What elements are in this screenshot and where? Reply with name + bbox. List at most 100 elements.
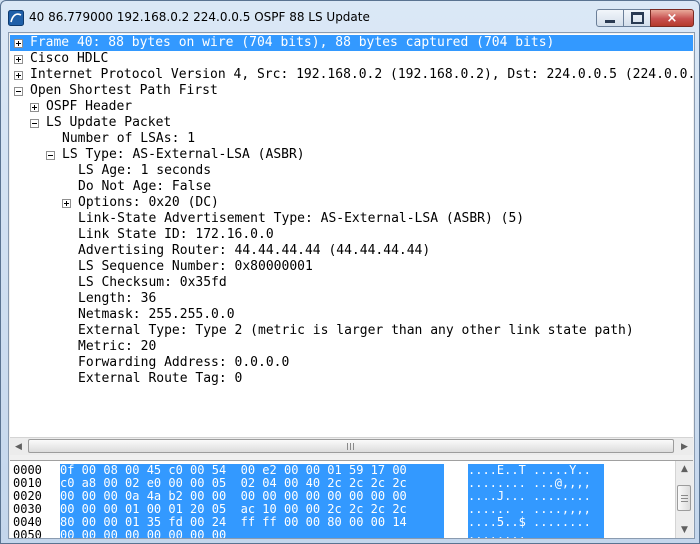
hex-offset: 0030 bbox=[13, 502, 42, 516]
tree-row[interactable]: External Route Tag: 0 bbox=[10, 371, 693, 387]
wireshark-packet-window: 40 86.779000 192.168.0.2 224.0.0.5 OSPF … bbox=[0, 0, 700, 544]
maximize-button[interactable] bbox=[623, 9, 651, 27]
hex-offset: 0040 bbox=[13, 515, 42, 529]
vertical-scroll-thumb[interactable] bbox=[677, 485, 691, 511]
packet-details-tree: Frame 40: 88 bytes on wire (704 bits), 8… bbox=[10, 34, 693, 437]
tree-row[interactable]: Frame 40: 88 bytes on wire (704 bits), 8… bbox=[10, 35, 693, 51]
tree-row[interactable]: LS Type: AS-External-LSA (ASBR) bbox=[10, 147, 693, 163]
client-area: Frame 40: 88 bytes on wire (704 bits), 8… bbox=[8, 32, 695, 539]
collapse-icon[interactable] bbox=[14, 87, 23, 96]
tree-row-label: Netmask: 255.255.0.0 bbox=[78, 307, 235, 322]
tree-row[interactable]: LS Sequence Number: 0x80000001 bbox=[10, 259, 693, 275]
hex-offset: 0010 bbox=[13, 476, 42, 490]
tree-row[interactable]: Advertising Router: 44.44.44.44 (44.44.4… bbox=[10, 243, 693, 259]
hex-ascii[interactable]: ........ bbox=[468, 529, 604, 538]
tree-row-label: Metric: 20 bbox=[78, 339, 157, 354]
scroll-right-arrow-icon[interactable]: ▶ bbox=[676, 438, 693, 455]
vertical-scrollbar[interactable]: ▲ ▼ bbox=[675, 461, 693, 538]
tree-row[interactable]: LS Update Packet bbox=[10, 115, 693, 131]
hex-bytes[interactable]: 00 00 00 01 00 01 20 05 ac 10 00 00 2c 2… bbox=[60, 503, 444, 516]
tree-row-label: External Type: Type 2 (metric is larger … bbox=[78, 323, 634, 338]
hex-offset: 0020 bbox=[13, 489, 42, 503]
tree-row-label: Number of LSAs: 1 bbox=[62, 131, 196, 146]
hex-bytes[interactable]: c0 a8 00 02 e0 00 00 05 02 04 00 40 2c 2… bbox=[60, 477, 444, 490]
wireshark-app-icon bbox=[8, 10, 24, 26]
title-bar[interactable]: 40 86.779000 192.168.0.2 224.0.0.5 OSPF … bbox=[1, 1, 699, 33]
scroll-up-arrow-icon[interactable]: ▲ bbox=[676, 461, 693, 477]
scroll-left-arrow-icon[interactable]: ◀ bbox=[10, 438, 27, 455]
expand-icon[interactable] bbox=[30, 103, 39, 112]
hex-row[interactable]: 0020 00 00 00 0a 4a b2 00 00 00 00 00 00 … bbox=[10, 490, 693, 503]
tree-row-label: Forwarding Address: 0.0.0.0 bbox=[78, 355, 290, 370]
tree-row[interactable]: Options: 0x20 (DC) bbox=[10, 195, 693, 211]
tree-row[interactable]: Metric: 20 bbox=[10, 339, 693, 355]
horizontal-scrollbar[interactable]: ◀ ▶ bbox=[10, 437, 693, 455]
hex-bytes[interactable]: 0f 00 08 00 45 c0 00 54 00 e2 00 00 01 5… bbox=[60, 464, 444, 477]
tree-row[interactable]: Do Not Age: False bbox=[10, 179, 693, 195]
maximize-icon bbox=[630, 12, 644, 24]
tree-row[interactable]: Number of LSAs: 1 bbox=[10, 131, 693, 147]
tree-row-label: Advertising Router: 44.44.44.44 (44.44.4… bbox=[78, 243, 431, 258]
tree-row-label: Frame 40: 88 bytes on wire (704 bits), 8… bbox=[30, 35, 555, 50]
collapse-icon[interactable] bbox=[30, 119, 39, 128]
tree-row[interactable]: Link State ID: 172.16.0.0 bbox=[10, 227, 693, 243]
hex-row[interactable]: 0030 00 00 00 01 00 01 20 05 ac 10 00 00 … bbox=[10, 503, 693, 516]
window-title: 40 86.779000 192.168.0.2 224.0.0.5 OSPF … bbox=[29, 10, 370, 24]
tree-row-label: LS Sequence Number: 0x80000001 bbox=[78, 259, 313, 274]
expand-icon[interactable] bbox=[62, 199, 71, 208]
hex-bytes[interactable]: 00 00 00 00 00 00 00 00 bbox=[60, 529, 444, 538]
packet-bytes-pane: 0050 00 00 00 00 00 00 00 00........ 0040 8… bbox=[10, 460, 693, 538]
tree-row[interactable]: LS Checksum: 0x35fd bbox=[10, 275, 693, 291]
tree-row-label: Open Shortest Path First bbox=[30, 83, 218, 98]
tree-row-label: Link State ID: 172.16.0.0 bbox=[78, 227, 274, 242]
scroll-grip-icon bbox=[347, 443, 355, 450]
tree-row-label: LS Update Packet bbox=[46, 115, 172, 130]
hex-ascii[interactable]: ....J... ........ bbox=[468, 490, 604, 503]
tree-row[interactable]: Cisco HDLC bbox=[10, 51, 693, 67]
tree-row[interactable]: Netmask: 255.255.0.0 bbox=[10, 307, 693, 323]
collapse-icon[interactable] bbox=[46, 151, 55, 160]
tree-row-label: Length: 36 bbox=[78, 291, 157, 306]
tree-row-label: LS Age: 1 seconds bbox=[78, 163, 212, 178]
tree-row[interactable]: OSPF Header bbox=[10, 99, 693, 115]
hex-row[interactable]: 0050 00 00 00 00 00 00 00 00........ bbox=[10, 529, 693, 538]
hex-bytes[interactable]: 80 00 00 01 35 fd 00 24 ff ff 00 00 80 0… bbox=[60, 516, 444, 529]
tree-row[interactable]: LS Age: 1 seconds bbox=[10, 163, 693, 179]
expand-icon[interactable] bbox=[14, 39, 23, 48]
tree-row[interactable]: Internet Protocol Version 4, Src: 192.16… bbox=[10, 67, 693, 83]
tree-row-label: LS Type: AS-External-LSA (ASBR) bbox=[62, 147, 305, 162]
hex-row[interactable]: 0040 80 00 00 01 35 fd 00 24 ff ff 00 00 … bbox=[10, 516, 693, 529]
hex-offset: 0050 bbox=[13, 528, 42, 539]
tree-row-label: Options: 0x20 (DC) bbox=[78, 195, 219, 210]
tree-row[interactable]: Link-State Advertisement Type: AS-Extern… bbox=[10, 211, 693, 227]
close-icon: × bbox=[666, 10, 678, 26]
scroll-grip-icon bbox=[681, 495, 688, 502]
tree-row[interactable]: Forwarding Address: 0.0.0.0 bbox=[10, 355, 693, 371]
tree-row-label: Link-State Advertisement Type: AS-Extern… bbox=[78, 211, 525, 226]
tree-row-label: OSPF Header bbox=[46, 99, 133, 114]
minimize-icon bbox=[605, 19, 615, 23]
expand-icon[interactable] bbox=[14, 55, 23, 64]
tree-row-label: External Route Tag: 0 bbox=[78, 371, 243, 386]
tree-row-label: LS Checksum: 0x35fd bbox=[78, 275, 227, 290]
window-controls: × bbox=[596, 9, 694, 28]
tree-row-label: Internet Protocol Version 4, Src: 192.16… bbox=[30, 67, 693, 82]
hex-ascii[interactable]: ........ ...@,,,, bbox=[468, 477, 604, 490]
hex-row[interactable]: 0010 c0 a8 00 02 e0 00 00 05 02 04 00 40 … bbox=[10, 477, 693, 490]
tree-row[interactable]: Open Shortest Path First bbox=[10, 83, 693, 99]
hex-row[interactable]: 0000 0f 00 08 00 45 c0 00 54 00 e2 00 00 … bbox=[10, 464, 693, 477]
scroll-down-arrow-icon[interactable]: ▼ bbox=[676, 522, 693, 538]
tree-row-label: Do Not Age: False bbox=[78, 179, 212, 194]
hex-ascii[interactable]: ....5..$ ........ bbox=[468, 516, 604, 529]
tree-row[interactable]: Length: 36 bbox=[10, 291, 693, 307]
close-button[interactable]: × bbox=[650, 9, 694, 27]
tree-row[interactable]: External Type: Type 2 (metric is larger … bbox=[10, 323, 693, 339]
hex-bytes[interactable]: 00 00 00 0a 4a b2 00 00 00 00 00 00 00 0… bbox=[60, 490, 444, 503]
tree-row-label: Cisco HDLC bbox=[30, 51, 109, 66]
hex-ascii[interactable]: ...... . ....,,,, bbox=[468, 503, 604, 516]
horizontal-scroll-thumb[interactable] bbox=[28, 439, 674, 453]
hex-offset: 0000 bbox=[13, 463, 42, 477]
expand-icon[interactable] bbox=[14, 71, 23, 80]
hex-ascii[interactable]: ....E..T .....Y.. bbox=[468, 464, 604, 477]
minimize-button[interactable] bbox=[596, 9, 624, 27]
